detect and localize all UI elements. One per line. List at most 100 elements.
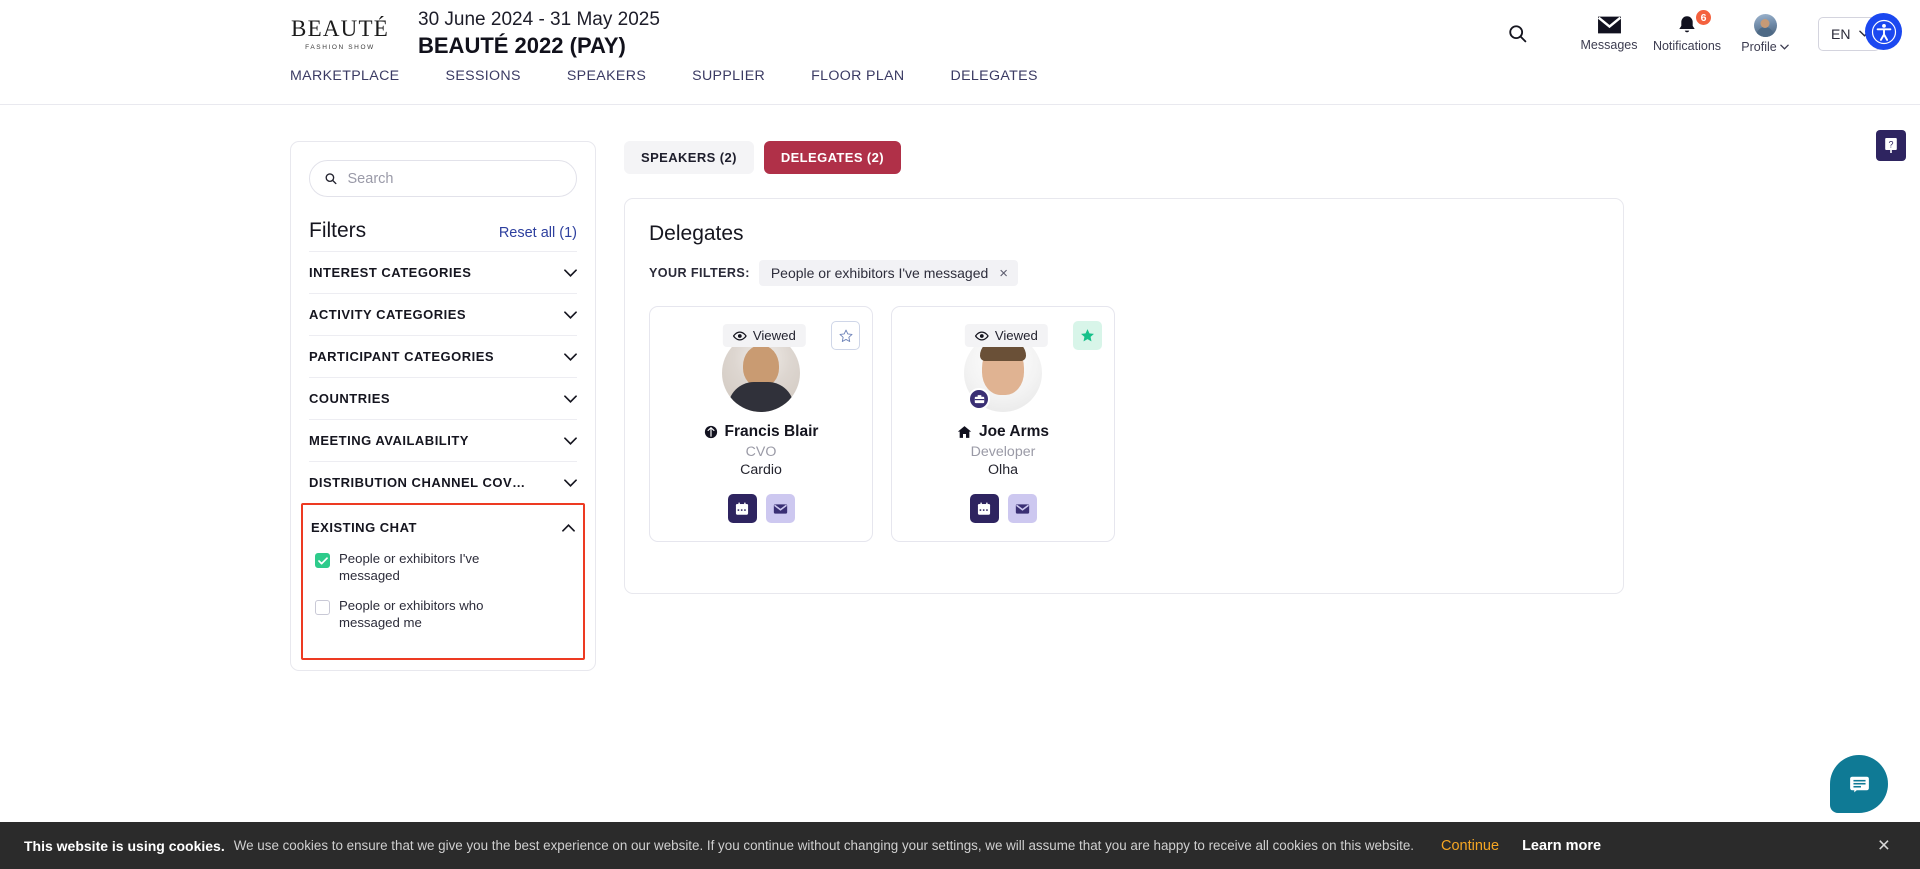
delegate-name-row: Francis Blair — [662, 423, 860, 441]
chevron-down-icon — [564, 436, 577, 445]
chevron-down-icon — [564, 268, 577, 277]
accessibility-button[interactable] — [1865, 13, 1902, 50]
tab-speakers[interactable]: SPEAKERS (2) — [624, 141, 754, 174]
briefcase-icon — [968, 388, 990, 410]
brand-logo[interactable]: BEAUTÉ FASHION SHOW — [290, 17, 390, 52]
cookie-title: This website is using cookies. — [24, 837, 225, 854]
your-filters-label: YOUR FILTERS: — [649, 266, 750, 280]
checkbox-row-messaged-by-me[interactable]: People or exhibitors I've messaged — [311, 548, 575, 585]
filter-group-existing-chat[interactable]: EXISTING CHAT — [311, 507, 575, 548]
delegate-card[interactable]: Viewed — [891, 306, 1115, 542]
check-icon — [317, 556, 328, 564]
star-outline-icon — [839, 329, 852, 342]
help-button[interactable]: ? — [1876, 130, 1906, 161]
envelope-icon — [1597, 17, 1621, 34]
calendar-icon — [735, 501, 749, 515]
filter-group-meeting-availability[interactable]: MEETING AVAILABILITY — [309, 419, 577, 461]
chevron-down-icon — [1779, 44, 1789, 50]
nav-item-speakers[interactable]: SPEAKERS — [567, 68, 646, 88]
chat-bubble-icon — [1849, 776, 1869, 792]
delegate-name-row: Joe Arms — [904, 423, 1102, 441]
filters-title: Filters — [309, 219, 367, 242]
delegate-name: Francis Blair — [724, 423, 819, 440]
event-dates: 30 June 2024 - 31 May 2025 — [418, 9, 660, 31]
filter-group-label: MEETING AVAILABILITY — [309, 433, 469, 448]
chat-button[interactable] — [1830, 755, 1888, 813]
filter-group-distribution-channel-coverage[interactable]: DISTRIBUTION CHANNEL COVER... — [309, 461, 577, 503]
favorite-button[interactable] — [1073, 321, 1102, 350]
search-icon — [325, 173, 337, 185]
delegate-card[interactable]: Viewed — [649, 306, 873, 542]
page-title: Delegates — [649, 222, 744, 245]
svg-text:?: ? — [1888, 139, 1893, 149]
notifications-button[interactable]: 6 Notifications — [1648, 9, 1726, 53]
delegate-company: Cardio — [740, 462, 782, 478]
star-filled-icon — [1081, 329, 1094, 342]
profile-label: Profile — [1741, 39, 1777, 54]
nav-item-supplier[interactable]: SUPPLIER — [692, 68, 765, 88]
checkbox-unchecked[interactable] — [315, 599, 330, 615]
checkbox-row-messaged-me[interactable]: People or exhibitors who messaged me — [311, 595, 575, 632]
event-title: BEAUTÉ 2022 (PAY) — [418, 33, 626, 59]
cookie-text: We use cookies to ensure that we give yo… — [233, 838, 1415, 853]
filters-header: Filters Reset all (1) — [309, 219, 577, 243]
viewed-label: Viewed — [994, 328, 1038, 343]
send-message-button[interactable] — [1007, 494, 1037, 523]
nav-item-delegates[interactable]: DELEGATES — [951, 68, 1038, 88]
site-header: BEAUTÉ FASHION SHOW 30 June 2024 - 31 Ma… — [0, 0, 1920, 68]
nav-item-sessions[interactable]: SESSIONS — [446, 68, 521, 88]
avatar — [1753, 13, 1777, 37]
close-icon[interactable]: × — [999, 266, 1008, 281]
envelope-icon — [773, 503, 787, 514]
cookie-learn-more-link[interactable]: Learn more — [1522, 838, 1601, 854]
logo-tagline: FASHION SHOW — [305, 43, 375, 51]
favorite-button[interactable] — [831, 321, 860, 350]
filter-group-label: INTEREST CATEGORIES — [309, 265, 472, 280]
filter-group-existing-chat-highlight: EXISTING CHAT People or exhibitors I've … — [301, 503, 585, 660]
content-tabs: SPEAKERS (2) DELEGATES (2) — [624, 141, 1624, 174]
nav-item-marketplace[interactable]: MARKETPLACE — [290, 68, 400, 88]
cookie-continue-button[interactable]: Continue — [1441, 838, 1499, 854]
viewed-badge: Viewed — [964, 324, 1048, 347]
delegate-name: Joe Arms — [978, 423, 1050, 440]
logo-wordmark: BEAUTÉ — [291, 15, 389, 41]
filter-group-label: COUNTRIES — [309, 391, 391, 406]
viewed-badge: Viewed — [722, 324, 806, 347]
search-box[interactable] — [309, 160, 577, 197]
main-navigation: MARKETPLACE SESSIONS SPEAKERS SUPPLIER F… — [0, 68, 1920, 105]
filter-group-interest-categories[interactable]: INTEREST CATEGORIES — [309, 251, 577, 293]
close-icon[interactable]: × — [1878, 835, 1890, 856]
accessibility-icon — [1871, 19, 1896, 44]
filters-sidebar: Filters Reset all (1) INTEREST CATEGORIE… — [290, 141, 596, 671]
send-message-button[interactable] — [765, 494, 795, 523]
calendar-icon — [977, 501, 991, 515]
filter-chip-label: People or exhibitors I've messaged — [770, 265, 989, 281]
card-actions — [662, 494, 860, 523]
filter-group-countries[interactable]: COUNTRIES — [309, 377, 577, 419]
your-filters: YOUR FILTERS: People or exhibitors I've … — [649, 260, 1599, 286]
filter-group-label: EXISTING CHAT — [311, 520, 417, 535]
delegate-company: Olha — [988, 462, 1018, 478]
globe-icon — [704, 425, 717, 439]
filter-group-label: PARTICIPANT CATEGORIES — [309, 349, 495, 364]
profile-button[interactable]: Profile — [1726, 13, 1804, 54]
event-info: 30 June 2024 - 31 May 2025 BEAUTÉ 2022 (… — [418, 8, 660, 59]
question-badge-icon: ? — [1885, 138, 1897, 153]
checkbox-checked[interactable] — [315, 553, 330, 568]
schedule-meeting-button[interactable] — [727, 494, 757, 523]
filter-group-activity-categories[interactable]: ACTIVITY CATEGORIES — [309, 293, 577, 335]
schedule-meeting-button[interactable] — [969, 494, 999, 523]
notifications-badge: 6 — [1695, 9, 1712, 27]
messages-button[interactable]: Messages — [1570, 15, 1648, 52]
messages-label: Messages — [1580, 38, 1638, 53]
nav-item-floor-plan[interactable]: FLOOR PLAN — [811, 68, 904, 88]
search-icon[interactable] — [1507, 23, 1528, 44]
filter-chip[interactable]: People or exhibitors I've messaged × — [758, 260, 1019, 286]
viewed-label: Viewed — [752, 328, 796, 343]
search-input[interactable] — [347, 170, 562, 187]
filter-group-participant-categories[interactable]: PARTICIPANT CATEGORIES — [309, 335, 577, 377]
chevron-down-icon — [564, 394, 577, 403]
reset-all-link[interactable]: Reset all (1) — [499, 225, 577, 241]
tab-delegates[interactable]: DELEGATES (2) — [763, 141, 902, 174]
delegate-cards: Viewed Francis Blair CVO Cardio Viewed J… — [649, 306, 1599, 542]
